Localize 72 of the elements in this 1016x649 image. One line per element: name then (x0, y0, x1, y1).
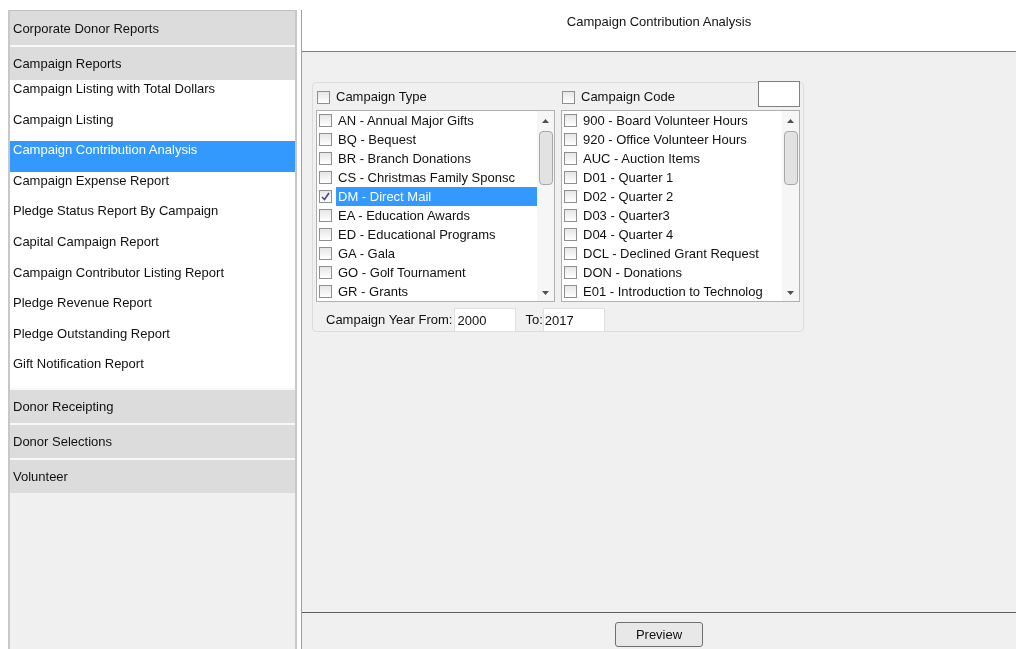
list-item[interactable]: BR - Branch Donations (336, 149, 537, 168)
list-item[interactable]: E01 - Introduction to Technolog (581, 282, 782, 301)
search-field[interactable] (758, 81, 800, 107)
list-item[interactable]: 920 - Office Volunteer Hours (581, 130, 782, 149)
report-item[interactable]: Pledge Outstanding Report (10, 324, 295, 356)
list-item[interactable]: DON - Donations (581, 263, 782, 282)
checkbox[interactable] (319, 152, 332, 165)
checkbox[interactable] (564, 266, 577, 279)
report-item[interactable]: Campaign Listing (10, 110, 295, 142)
checkbox[interactable] (564, 190, 577, 203)
report-item[interactable]: Pledge Revenue Report (10, 294, 295, 325)
list-item[interactable]: AN - Annual Major Gifts (336, 111, 537, 130)
list-item[interactable]: AUC - Auction Items (581, 149, 782, 168)
section-header[interactable]: Donor Receipting (10, 387, 295, 423)
scrollbar[interactable] (537, 111, 554, 301)
list-item[interactable]: EA - Education Awards (336, 206, 537, 225)
list-item[interactable]: D01 - Quarter 1 (581, 168, 782, 187)
checkbox[interactable] (564, 209, 577, 222)
list-item[interactable]: CS - Christmas Family Sponsc (336, 168, 537, 187)
checkbox[interactable] (562, 90, 575, 104)
checkbox[interactable] (319, 209, 332, 222)
checkbox[interactable] (564, 114, 577, 127)
list-item[interactable]: D03 - Quarter3 (581, 206, 782, 225)
list-item[interactable]: BQ - Bequest (336, 130, 537, 149)
checkbox[interactable] (564, 133, 577, 146)
year-to-label: To: (525, 311, 543, 330)
checkbox[interactable] (319, 247, 332, 260)
year-from-label: Campaign Year From: (326, 311, 453, 330)
list-item[interactable]: 900 - Board Volunteer Hours (581, 111, 782, 130)
scroll-thumb[interactable] (783, 131, 798, 185)
year-from-field[interactable]: 2000 (454, 308, 517, 332)
list-heading: Campaign Code (581, 88, 676, 107)
report-item[interactable]: Capital Campaign Report (10, 232, 295, 264)
scroll-thumb[interactable] (538, 131, 553, 185)
report-item[interactable]: Gift Notification Report (10, 355, 295, 386)
list-item[interactable]: GO - Golf Tournament (336, 263, 537, 282)
list-item[interactable]: GA - Gala (336, 244, 537, 263)
list-item[interactable]: ED - Educational Programs (336, 225, 537, 244)
checkbox[interactable] (319, 190, 332, 203)
report-item[interactable]: Campaign Contributor Listing Report (10, 263, 295, 295)
checkbox[interactable] (319, 285, 332, 298)
list-item[interactable]: D04 - Quarter 4 (581, 225, 782, 244)
scroll-down-icon[interactable] (787, 291, 794, 295)
list-item[interactable]: D02 - Quarter 2 (581, 187, 782, 206)
preview-button[interactable]: Preview (615, 622, 703, 647)
checkbox[interactable] (564, 152, 577, 165)
checkbox[interactable] (319, 266, 332, 279)
report-item[interactable]: Pledge Status Report By Campaign (10, 202, 295, 233)
checkbox[interactable] (564, 285, 577, 298)
checkbox[interactable] (319, 171, 332, 184)
year-to-field[interactable]: 2017 (542, 308, 605, 332)
checkbox[interactable] (319, 114, 332, 127)
list-heading: Campaign Type (336, 88, 428, 107)
checkbox[interactable] (564, 228, 577, 241)
checkbox[interactable] (319, 133, 332, 146)
scrollbar[interactable] (782, 111, 799, 301)
scroll-down-icon[interactable] (542, 291, 549, 295)
section-header[interactable]: Campaign Reports (10, 45, 295, 80)
checkbox[interactable] (564, 247, 577, 260)
checkbox[interactable] (317, 90, 330, 104)
list-item[interactable]: GR - Grants (336, 282, 537, 301)
section-header[interactable]: Volunteer (10, 457, 295, 493)
report-title: Campaign Contribution Analysis (566, 13, 752, 31)
section-header[interactable]: Corporate Donor Reports (10, 10, 295, 45)
scroll-up-icon[interactable] (787, 119, 794, 123)
checkbox[interactable] (564, 171, 577, 184)
report-item[interactable]: Campaign Listing with Total Dollars (10, 80, 295, 111)
list-item[interactable]: DCL - Declined Grant Request (581, 244, 782, 263)
checkbox[interactable] (319, 228, 332, 241)
section-header[interactable]: Donor Selections (10, 422, 295, 458)
report-item[interactable]: Campaign Expense Report (10, 171, 295, 203)
scroll-up-icon[interactable] (542, 119, 549, 123)
